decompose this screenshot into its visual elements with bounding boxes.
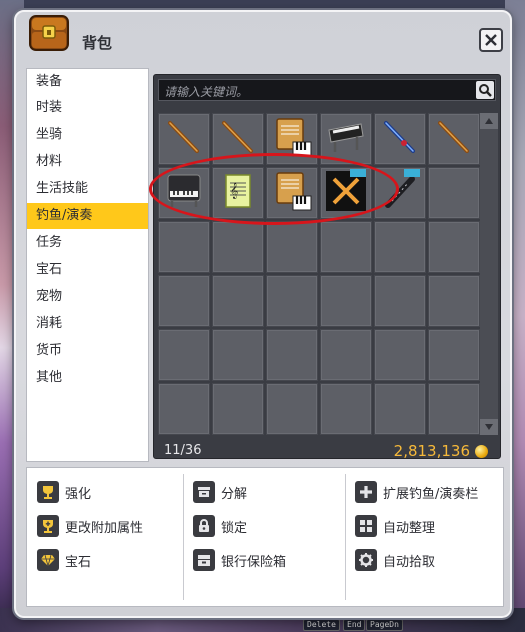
inventory-slot-empty[interactable] — [320, 221, 372, 273]
expand-slots-button[interactable]: 扩展钓鱼/演奏栏 — [355, 480, 478, 504]
inventory-slot-empty[interactable] — [428, 275, 480, 327]
scroll-down-button[interactable] — [480, 419, 498, 435]
inventory-slot-empty[interactable] — [212, 383, 264, 435]
auto-pickup-button[interactable]: 自动拾取 — [355, 548, 435, 572]
annotation-circle — [149, 153, 399, 225]
gold-amount: 2,813,136 — [393, 442, 470, 460]
hotkey-pagedn: PageDn — [366, 619, 403, 631]
keyboard-instrument-icon — [325, 116, 367, 162]
lock-button[interactable]: 锁定 — [193, 514, 247, 538]
auto-sort-label: 自动整理 — [383, 520, 436, 536]
lock-label: 锁定 — [221, 520, 248, 536]
close-icon — [485, 34, 497, 46]
category-quest[interactable]: 任务 — [27, 230, 148, 256]
inventory-slot-empty[interactable] — [212, 221, 264, 273]
search-input[interactable]: 请输入关键词。 — [158, 79, 496, 101]
inventory-slot-empty[interactable] — [266, 383, 318, 435]
scroll-up-button[interactable] — [480, 113, 498, 129]
category-mount[interactable]: 坐骑 — [27, 122, 148, 148]
inventory-slot-empty[interactable] — [266, 221, 318, 273]
hotkey-end: End — [343, 619, 366, 631]
category-currency[interactable]: 货币 — [27, 338, 148, 364]
plus-icon — [355, 481, 377, 503]
inventory-slot-empty[interactable] — [158, 383, 210, 435]
disassemble-icon — [193, 481, 215, 503]
category-fashion[interactable]: 时装 — [27, 95, 148, 121]
window-title: 背包 — [82, 34, 113, 52]
triangle-up-icon — [485, 118, 493, 124]
expand-slots-label: 扩展钓鱼/演奏栏 — [383, 486, 479, 502]
gem-button[interactable]: 宝石 — [37, 548, 91, 572]
inventory-slot-filled[interactable] — [374, 113, 426, 165]
inventory-slot-filled[interactable] — [158, 113, 210, 165]
scrollbar[interactable] — [480, 113, 498, 435]
inventory-slot-empty[interactable] — [320, 275, 372, 327]
change-attributes-label: 更改附加属性 — [65, 520, 144, 536]
inventory-slot-empty[interactable] — [158, 221, 210, 273]
enhance-label: 强化 — [65, 486, 92, 502]
category-equipment[interactable]: 装备 — [27, 69, 148, 95]
auto-sort-button[interactable]: 自动整理 — [355, 514, 435, 538]
inventory-panel: 请输入关键词。 𝄞 11/36 2,813,136 — [153, 74, 501, 461]
inventory-window: 背包 装备 时装 坐骑 材料 生活技能 钓鱼/演奏 任务 宝石 宠物 消耗 货币… — [14, 10, 512, 618]
category-life-skills[interactable]: 生活技能 — [27, 176, 148, 202]
triangle-down-icon — [485, 424, 493, 430]
hotkey-delete: Delete — [303, 619, 340, 631]
trophy-icon — [37, 481, 59, 503]
auto-pickup-label: 自动拾取 — [383, 554, 436, 570]
gem-label: 宝石 — [65, 554, 92, 570]
backpack-chest-icon — [24, 6, 74, 56]
bank-safe-icon — [193, 549, 215, 571]
category-other[interactable]: 其他 — [27, 365, 148, 391]
inventory-slot-filled[interactable] — [428, 113, 480, 165]
category-pets[interactable]: 宠物 — [27, 284, 148, 310]
category-consumables[interactable]: 消耗 — [27, 311, 148, 337]
lock-icon — [193, 515, 215, 537]
fishing-rod-icon — [434, 117, 474, 161]
inventory-footer: 11/36 2,813,136 — [158, 441, 496, 461]
blue-fishing-rod-icon — [380, 117, 420, 161]
grid-sort-icon — [355, 515, 377, 537]
inventory-slot-empty[interactable] — [428, 329, 480, 381]
enhance-button[interactable]: 强化 — [37, 480, 91, 504]
inventory-slot-empty[interactable] — [428, 383, 480, 435]
coin-icon — [475, 445, 488, 458]
search-icon — [479, 84, 492, 97]
inventory-slot-empty[interactable] — [266, 275, 318, 327]
fishing-rod-icon — [164, 117, 204, 161]
trophy-plus-icon — [37, 515, 59, 537]
search-placeholder: 请输入关键词。 — [164, 85, 249, 99]
inventory-slot-empty[interactable] — [428, 167, 480, 219]
inventory-slot-empty[interactable] — [374, 329, 426, 381]
slot-count: 11/36 — [164, 443, 202, 458]
inventory-slot-empty[interactable] — [320, 329, 372, 381]
gear-icon — [355, 549, 377, 571]
disassemble-label: 分解 — [221, 486, 248, 502]
action-panel: 强化 更改附加属性 宝石 分解 锁定 银行保险箱 扩展钓鱼/演奏栏 自动整理 自… — [26, 467, 504, 607]
inventory-slot-empty[interactable] — [212, 329, 264, 381]
category-list: 装备 时装 坐骑 材料 生活技能 钓鱼/演奏 任务 宝石 宠物 消耗 货币 其他 — [26, 68, 149, 462]
inventory-slot-empty[interactable] — [158, 275, 210, 327]
change-attributes-button[interactable]: 更改附加属性 — [37, 514, 143, 538]
close-button[interactable] — [479, 28, 503, 52]
category-gems[interactable]: 宝石 — [27, 257, 148, 283]
inventory-slot-empty[interactable] — [320, 383, 372, 435]
category-fishing-performance[interactable]: 钓鱼/演奏 — [27, 203, 148, 229]
inventory-slot-empty[interactable] — [374, 221, 426, 273]
category-materials[interactable]: 材料 — [27, 149, 148, 175]
gem-icon — [37, 549, 59, 571]
bank-safe-button[interactable]: 银行保险箱 — [193, 548, 286, 572]
inventory-slot-empty[interactable] — [158, 329, 210, 381]
inventory-slot-empty[interactable] — [374, 383, 426, 435]
inventory-slot-empty[interactable] — [374, 275, 426, 327]
search-button[interactable] — [476, 81, 494, 99]
divider — [183, 474, 184, 600]
divider — [345, 474, 346, 600]
bank-safe-label: 银行保险箱 — [221, 554, 287, 570]
disassemble-button[interactable]: 分解 — [193, 480, 247, 504]
inventory-slot-empty[interactable] — [428, 221, 480, 273]
inventory-slot-empty[interactable] — [266, 329, 318, 381]
inventory-slot-empty[interactable] — [212, 275, 264, 327]
